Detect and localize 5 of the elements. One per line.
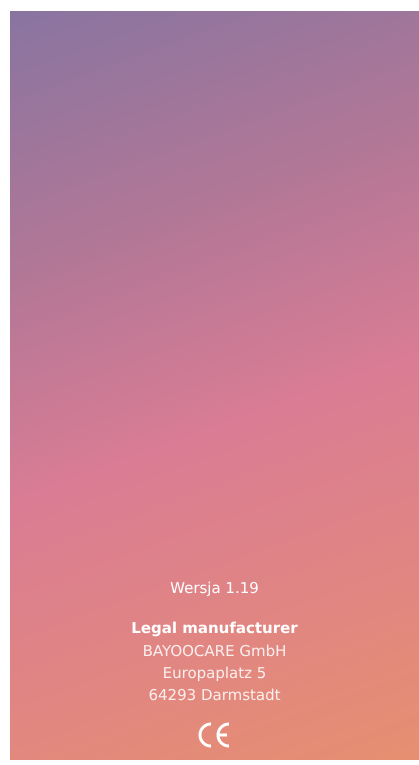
address-line: BAYOOCARE GmbH xyxy=(142,641,286,662)
manufacturer-heading: Legal manufacturer xyxy=(131,618,298,639)
address-line: 64293 Darmstadt xyxy=(148,685,281,706)
version-text: Wersja 1.19 xyxy=(170,579,259,597)
address-line: Europaplatz 5 xyxy=(162,663,266,684)
